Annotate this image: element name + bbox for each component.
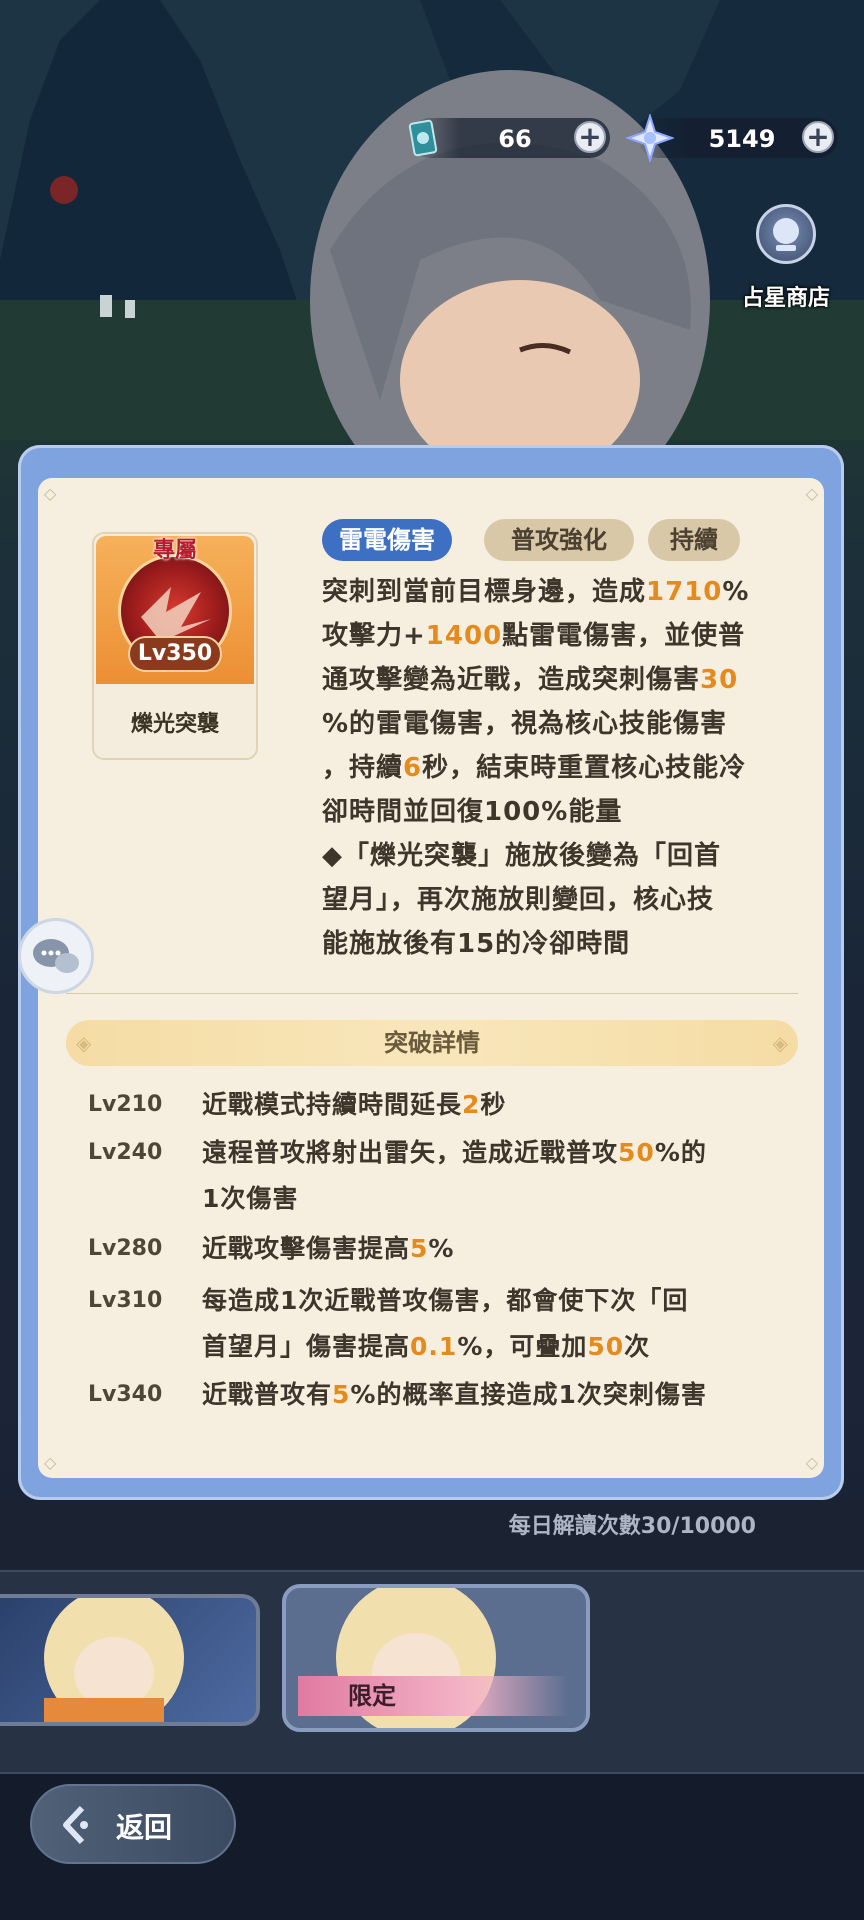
character-card-1[interactable] bbox=[0, 1594, 260, 1726]
shop-label: 占星商店 bbox=[741, 286, 830, 311]
description-line: 卻時間並回復100%能量 bbox=[322, 797, 623, 827]
breakthrough-level: Lv310 bbox=[88, 1288, 163, 1313]
tag-duration: 持續 bbox=[648, 519, 740, 561]
description-line: ，持續6秒，結束時重置核心技能冷 bbox=[322, 753, 747, 783]
skill-name: 爍光突襲 bbox=[130, 712, 219, 737]
star-currency: 5149 + bbox=[626, 114, 838, 162]
description-line: 通攻擊變為近戰，造成突刺傷害30 bbox=[322, 665, 739, 695]
breakthrough-text: 近戰攻擊傷害提高5% bbox=[202, 1234, 455, 1263]
breakthrough-level: Lv240 bbox=[88, 1140, 163, 1165]
breakthrough-level: Lv210 bbox=[88, 1092, 163, 1117]
ticket-currency: 66 + bbox=[408, 118, 610, 158]
breakthrough-text: 遠程普攻將射出雷矢，造成近戰普攻50%的 1次傷害 bbox=[202, 1138, 707, 1213]
breakthrough-text: 每造成1次近戰普攻傷害，都會使下次「回 首望月」傷害提高0.1%，可疊加50次 bbox=[202, 1286, 689, 1361]
star-count: 5149 bbox=[708, 125, 776, 153]
breakthrough-header: ◈ 突破詳情 ◈ bbox=[66, 1020, 798, 1066]
description-line: ◆「爍光突襲」施放後變為「回首 bbox=[322, 841, 721, 871]
limited-badge: 限定 bbox=[298, 1676, 568, 1716]
tag-attack-enhance: 普攻強化 bbox=[484, 519, 634, 561]
breakthrough-title: 突破詳情 bbox=[384, 1029, 480, 1057]
back-arrow-icon bbox=[63, 1805, 88, 1845]
star-crystal-icon bbox=[626, 114, 674, 162]
breakthrough-level: Lv280 bbox=[88, 1236, 163, 1261]
crystal-ball-icon bbox=[756, 204, 816, 264]
astrology-shop-button[interactable]: 占星商店 bbox=[726, 204, 846, 314]
card-ticket-icon bbox=[408, 119, 438, 157]
description-line: 能施放後有15的冷卻時間 bbox=[322, 929, 631, 959]
breakthrough-level: Lv340 bbox=[88, 1382, 163, 1407]
description-line: 望月」，再次施放則變回，核心技 bbox=[322, 885, 715, 915]
skill-description: 突刺到當前目標身邊，造成1710% 攻擊力+1400點雷電傷害，並使普 通攻擊變為近… bbox=[322, 570, 798, 966]
chat-bubble-icon bbox=[33, 939, 79, 973]
description-line: 突刺到當前目標身邊，造成1710% bbox=[322, 577, 750, 607]
skill-level-badge: Lv350 bbox=[128, 636, 222, 672]
exclusive-tag: 專屬 bbox=[152, 538, 197, 563]
add-star-button[interactable]: + bbox=[802, 121, 834, 153]
description-line: 攻擊力+1400點雷電傷害，並使普 bbox=[322, 621, 746, 651]
tag-lightning-damage: 雷電傷害 bbox=[322, 519, 452, 561]
add-ticket-button[interactable]: + bbox=[574, 121, 606, 153]
chat-button[interactable] bbox=[18, 918, 94, 994]
breakthrough-text: 近戰普攻有5%的概率直接造成1次突刺傷害 bbox=[202, 1380, 707, 1409]
back-label: 返回 bbox=[116, 1811, 173, 1844]
divider bbox=[66, 993, 798, 994]
breakthrough-text: 近戰模式持續時間延長2秒 bbox=[202, 1090, 507, 1119]
description-line: %的雷電傷害，視為核心技能傷害 bbox=[322, 709, 728, 739]
daily-reads-counter: 每日解讀次數30/10000 bbox=[508, 1514, 756, 1539]
back-button[interactable]: 返回 bbox=[30, 1784, 236, 1864]
ticket-count: 66 bbox=[498, 125, 532, 153]
